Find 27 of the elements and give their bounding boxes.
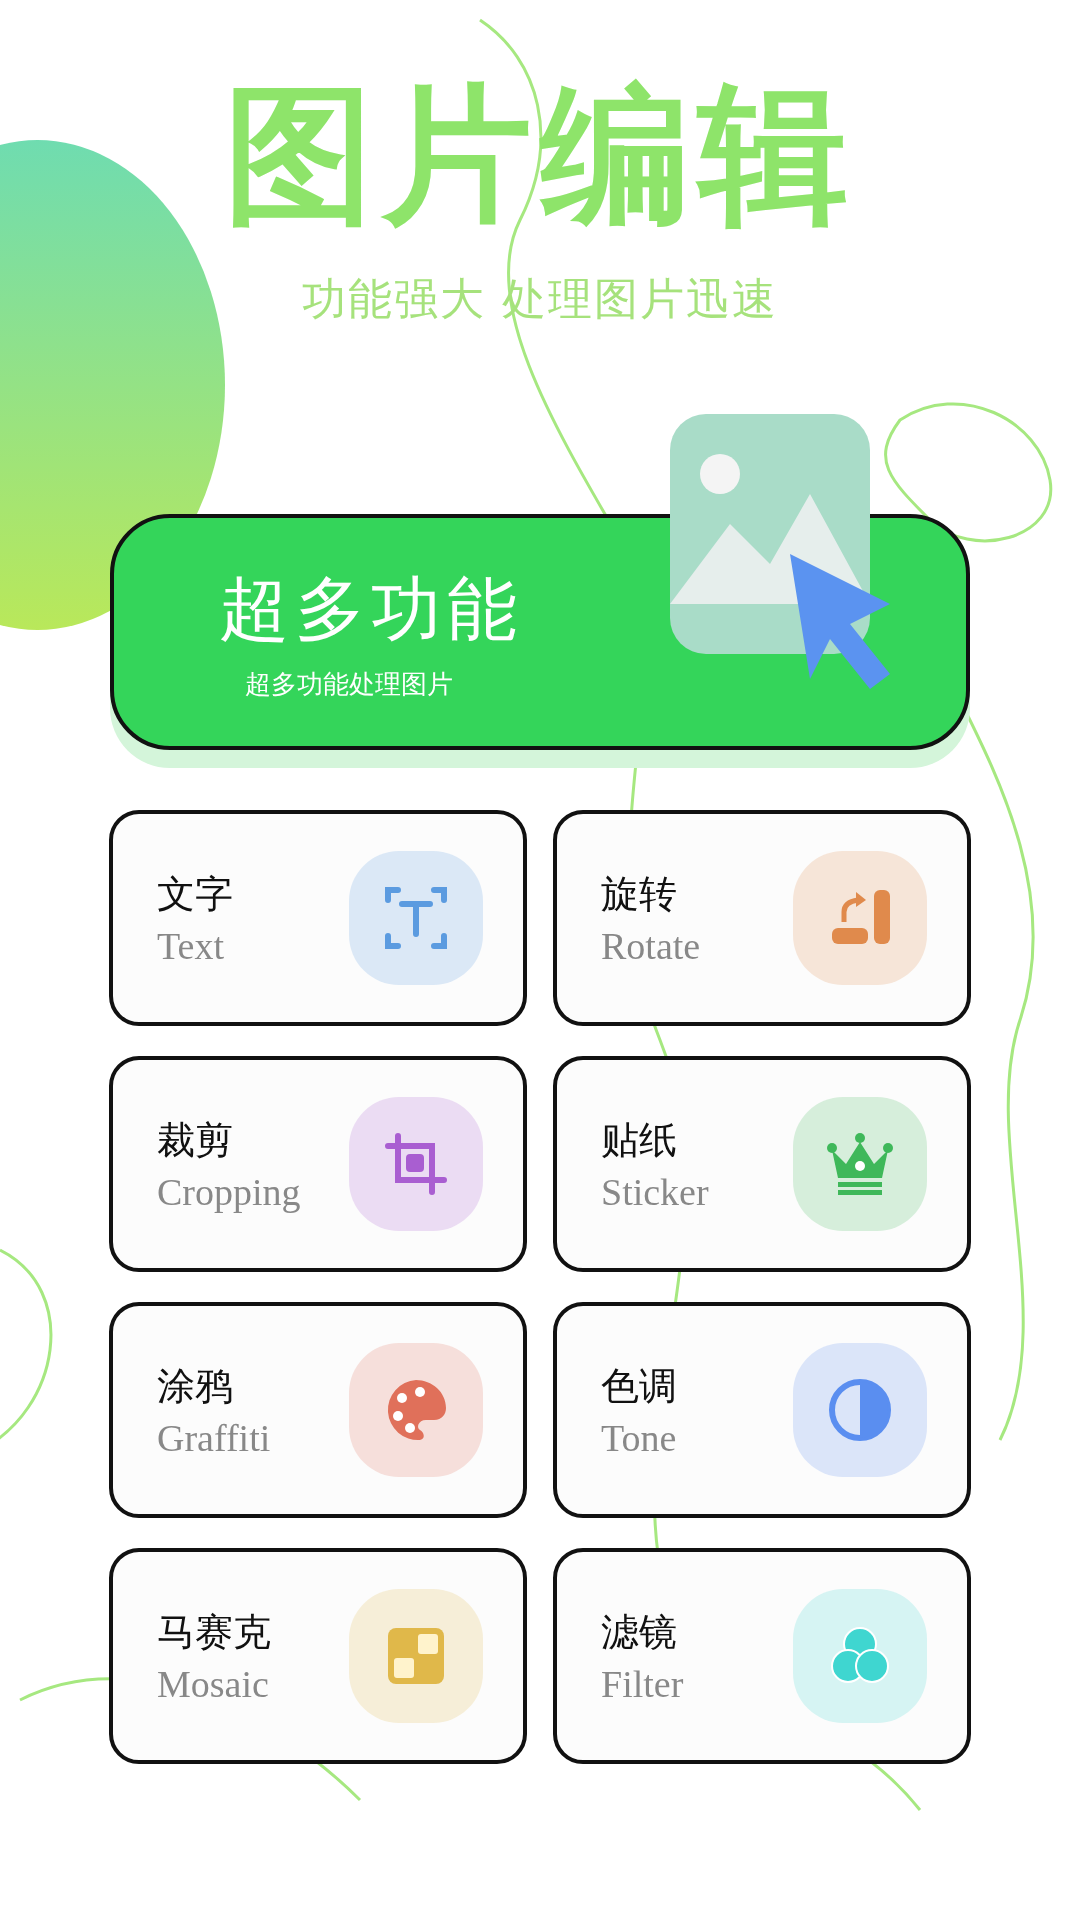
tool-english-name: Tone	[601, 1415, 677, 1460]
banner-title: 超多功能	[219, 566, 524, 652]
tool-name: 旋转	[601, 870, 678, 918]
tool-card[interactable]: 旋转 Rotate	[553, 810, 971, 1026]
page-title: 图片编辑	[224, 80, 856, 230]
tool-card[interactable]: 文字 Text	[109, 810, 527, 1026]
tool-card[interactable]: 滤镜 Filter	[553, 1548, 971, 1764]
tool-name: 裁剪	[157, 1116, 234, 1164]
tool-name: 滤镜	[601, 1608, 678, 1656]
tool-english-name: Cropping	[157, 1169, 301, 1214]
tool-english-name: Filter	[601, 1661, 684, 1706]
tool-name: 涂鸦	[157, 1362, 234, 1410]
tool-english-name: Mosaic	[157, 1661, 270, 1706]
tool-card[interactable]: 涂鸦 Graffiti	[109, 1302, 527, 1518]
banner-subtitle: 超多功能处理图片	[244, 667, 454, 701]
tool-english-name: Text	[157, 923, 225, 968]
tool-name: 贴纸	[601, 1116, 678, 1164]
tool-name: 马赛克	[157, 1608, 271, 1656]
tool-card[interactable]: 色调 Tone	[553, 1302, 971, 1518]
tool-name: 色调	[601, 1362, 677, 1410]
tool-card[interactable]: 贴纸 Sticker	[553, 1056, 971, 1272]
tool-card[interactable]: 马赛克 Mosaic	[109, 1548, 527, 1764]
tool-english-name: Rotate	[601, 923, 701, 968]
tool-english-name: Graffiti	[157, 1415, 271, 1460]
tool-english-name: Sticker	[601, 1169, 709, 1214]
tool-name: 文字	[157, 870, 233, 918]
tool-card[interactable]: 裁剪 Cropping	[109, 1056, 527, 1272]
